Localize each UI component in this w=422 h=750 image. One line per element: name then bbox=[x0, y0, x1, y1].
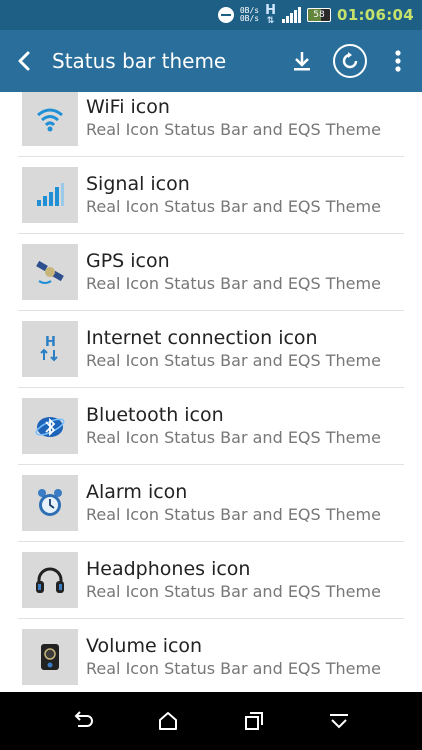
more-vert-icon bbox=[395, 50, 401, 72]
item-subtitle: Real Icon Status Bar and EQS Theme bbox=[86, 428, 381, 447]
nav-recents-button[interactable] bbox=[234, 701, 274, 741]
item-title: WiFi icon bbox=[86, 96, 170, 118]
page-title: Status bar theme bbox=[52, 49, 227, 73]
signal-icon bbox=[281, 7, 301, 23]
alarm-clock-icon bbox=[38, 489, 62, 516]
list-item-internet[interactable]: H Internet connection icon Real Icon Sta… bbox=[18, 311, 404, 388]
app-bar: Status bar theme bbox=[0, 30, 422, 92]
do-not-disturb-icon bbox=[217, 7, 234, 23]
battery-level: 58 bbox=[313, 10, 325, 20]
nav-home-button[interactable] bbox=[148, 701, 188, 741]
list-item-signal[interactable]: Signal icon Real Icon Status Bar and EQS… bbox=[18, 157, 404, 234]
item-subtitle: Real Icon Status Bar and EQS Theme bbox=[86, 120, 381, 139]
item-thumbnail bbox=[22, 167, 78, 223]
status-icons: 0B/s 0B/s H ⇅ 58 01:06:04 bbox=[217, 0, 414, 30]
wifi-icon bbox=[37, 108, 63, 132]
list-item-gps[interactable]: GPS icon Real Icon Status Bar and EQS Th… bbox=[18, 234, 404, 311]
list-item-volume[interactable]: Volume icon Real Icon Status Bar and EQS… bbox=[18, 619, 404, 692]
item-thumbnail bbox=[22, 244, 78, 300]
signal-bars-icon bbox=[37, 183, 64, 206]
download-button[interactable] bbox=[278, 30, 326, 92]
back-button[interactable] bbox=[0, 30, 50, 92]
more-options-button[interactable] bbox=[374, 30, 422, 92]
item-subtitle: Real Icon Status Bar and EQS Theme bbox=[86, 582, 381, 601]
back-nav-icon bbox=[74, 711, 93, 727]
list-item-alarm[interactable]: Alarm icon Real Icon Status Bar and EQS … bbox=[18, 465, 404, 542]
item-subtitle: Real Icon Status Bar and EQS Theme bbox=[86, 351, 381, 370]
item-subtitle: Real Icon Status Bar and EQS Theme bbox=[86, 274, 381, 293]
item-title: Alarm icon bbox=[86, 481, 188, 503]
status-bar: 0B/s 0B/s H ⇅ 58 01:06:04 bbox=[0, 0, 422, 30]
headphones-icon bbox=[36, 567, 64, 593]
item-title: Internet connection icon bbox=[86, 327, 318, 349]
item-title: Headphones icon bbox=[86, 558, 251, 580]
bluetooth-icon bbox=[35, 417, 65, 437]
net-speed-icon: 0B/s 0B/s bbox=[240, 7, 259, 23]
list-item-headphones[interactable]: Headphones icon Real Icon Status Bar and… bbox=[18, 542, 404, 619]
internet-h-icon: H bbox=[40, 335, 58, 362]
svg-text:H: H bbox=[45, 335, 56, 350]
clock: 01:06:04 bbox=[336, 6, 414, 24]
volume-icon bbox=[41, 644, 59, 670]
item-title: Volume icon bbox=[86, 635, 203, 657]
item-subtitle: Real Icon Status Bar and EQS Theme bbox=[86, 505, 381, 524]
back-arrow-icon bbox=[18, 51, 30, 71]
item-thumbnail: H bbox=[22, 321, 78, 377]
item-title: Bluetooth icon bbox=[86, 404, 224, 426]
navigation-bar bbox=[0, 692, 422, 750]
item-subtitle: Real Icon Status Bar and EQS Theme bbox=[86, 197, 381, 216]
battery-icon: 58 bbox=[306, 8, 331, 22]
net-down-text: 0B/s bbox=[239, 14, 260, 23]
nav-hide-button[interactable] bbox=[319, 701, 359, 741]
refresh-button[interactable] bbox=[326, 30, 374, 92]
item-title: GPS icon bbox=[86, 250, 170, 272]
item-thumbnail bbox=[22, 92, 78, 146]
theme-icon-list[interactable]: WiFi icon Real Icon Status Bar and EQS T… bbox=[18, 92, 404, 692]
item-title: Signal icon bbox=[86, 173, 190, 195]
hide-nav-icon bbox=[330, 714, 349, 729]
item-thumbnail bbox=[22, 475, 78, 531]
download-icon bbox=[294, 52, 310, 71]
list-item-bluetooth[interactable]: Bluetooth icon Real Icon Status Bar and … bbox=[18, 388, 404, 465]
recents-nav-icon bbox=[244, 712, 263, 730]
h-network-icon: H ⇅ bbox=[265, 3, 276, 26]
item-thumbnail bbox=[22, 629, 78, 685]
home-nav-icon bbox=[159, 712, 178, 730]
item-thumbnail bbox=[22, 552, 78, 608]
item-subtitle: Real Icon Status Bar and EQS Theme bbox=[86, 659, 381, 678]
nav-back-button[interactable] bbox=[63, 701, 103, 741]
gps-satellite-icon bbox=[36, 260, 64, 284]
list-item-wifi[interactable]: WiFi icon Real Icon Status Bar and EQS T… bbox=[18, 92, 404, 157]
refresh-icon bbox=[333, 44, 367, 78]
item-thumbnail bbox=[22, 398, 78, 454]
